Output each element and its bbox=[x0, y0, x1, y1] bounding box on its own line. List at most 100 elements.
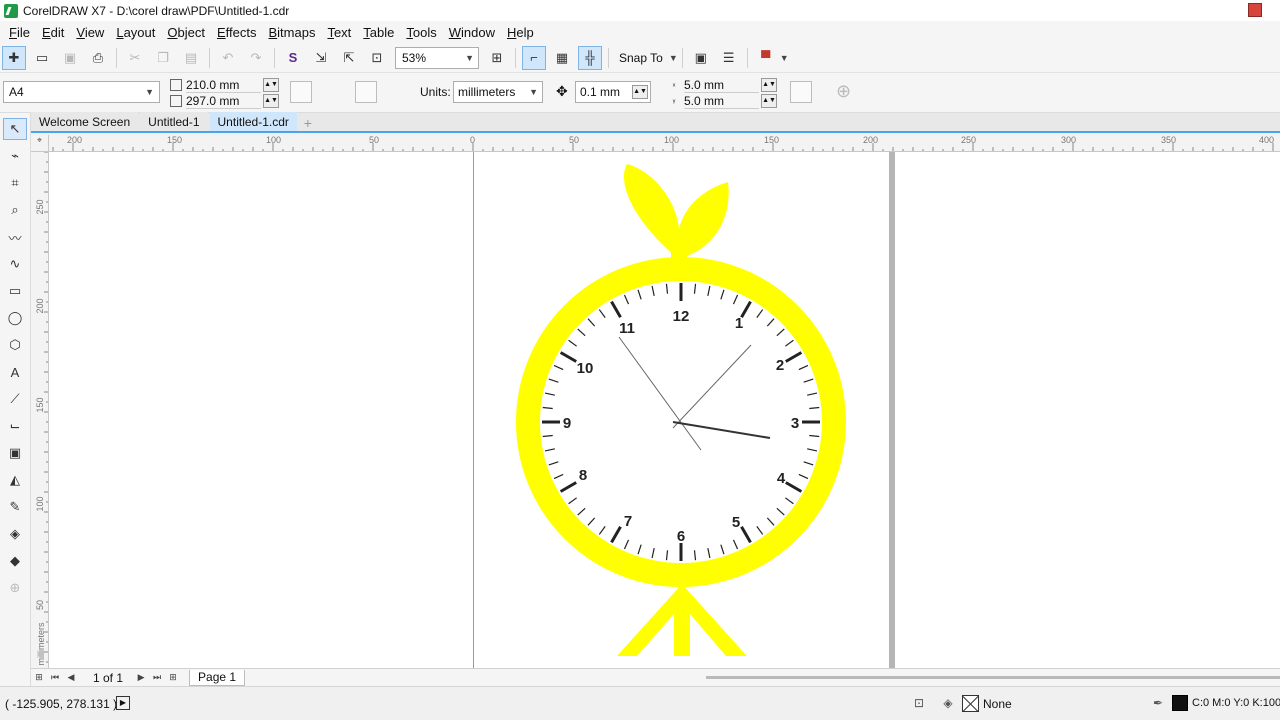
menu-file[interactable]: File bbox=[3, 25, 36, 40]
horizontal-scrollbar[interactable] bbox=[706, 676, 1280, 679]
menu-object[interactable]: Object bbox=[161, 25, 211, 40]
copy-icon[interactable]: ❐ bbox=[151, 46, 175, 70]
units-dropdown[interactable]: millimeters ▼ bbox=[453, 81, 543, 103]
outline-pen-icon[interactable]: ✒ bbox=[1150, 696, 1166, 712]
first-page-icon[interactable]: ⏮ bbox=[47, 670, 63, 686]
color-proof-icon[interactable]: ⊡ bbox=[911, 696, 927, 712]
tab-untitled-1-cdr[interactable]: Untitled-1.cdr bbox=[209, 112, 297, 131]
dup-y-spinner-icon[interactable]: ▲▼ bbox=[761, 94, 777, 108]
full-screen-preview-icon[interactable]: ⊞ bbox=[485, 46, 509, 70]
clock-leaf-left[interactable] bbox=[623, 164, 680, 258]
freehand-tool-icon[interactable]: 〰 bbox=[3, 226, 27, 248]
publish-pdf-icon[interactable]: ⊡ bbox=[365, 46, 389, 70]
last-page-icon[interactable]: ⏭ bbox=[149, 670, 165, 686]
tab-welcome-screen[interactable]: Welcome Screen bbox=[31, 112, 139, 131]
menu-layout[interactable]: Layout bbox=[110, 25, 161, 40]
zoom-level-dropdown[interactable]: 53% ▼ bbox=[395, 46, 479, 69]
menu-view[interactable]: View bbox=[70, 25, 110, 40]
nudge-spinner-icon[interactable]: ▲▼ bbox=[632, 85, 648, 99]
ellipse-tool-icon[interactable]: ◯ bbox=[3, 307, 27, 329]
rectangle-tool-icon[interactable]: ▭ bbox=[3, 280, 27, 302]
height-spinner-icon[interactable]: ▲▼ bbox=[263, 94, 279, 108]
user-account-icon[interactable] bbox=[1248, 3, 1262, 17]
parallel-dimension-icon[interactable]: ⟋ bbox=[3, 388, 27, 410]
undo-icon[interactable]: ↶ bbox=[216, 46, 240, 70]
menu-text[interactable]: Text bbox=[321, 25, 357, 40]
clock-stand-legs[interactable] bbox=[617, 584, 747, 656]
tab-untitled-1[interactable]: Untitled-1 bbox=[140, 112, 208, 131]
drawing-canvas[interactable]: 12 1 2 3 4 5 6 7 8 9 10 11 bbox=[49, 152, 1280, 668]
search-content-icon[interactable]: S bbox=[281, 46, 305, 70]
show-rulers-icon[interactable]: ⌐ bbox=[522, 45, 546, 70]
snap-to-dropdown[interactable]: Snap To bbox=[619, 51, 663, 65]
save-icon[interactable]: ▣ bbox=[58, 46, 82, 70]
menu-window[interactable]: Window bbox=[443, 25, 501, 40]
interactive-fill-icon[interactable]: ◈ bbox=[3, 523, 27, 545]
previous-page-icon[interactable]: ◀ bbox=[63, 670, 79, 686]
page-size-dropdown[interactable]: A4 ▼ bbox=[3, 81, 160, 103]
pick-tool-icon[interactable]: ↖ bbox=[3, 118, 27, 140]
horizontal-ruler[interactable]: 200 150 100 50 0 50 100 150 200 250 300 … bbox=[49, 135, 1280, 152]
fill-bucket-icon[interactable]: ◈ bbox=[940, 696, 956, 712]
page-height-field[interactable]: 297.0 mm ▲▼ bbox=[170, 93, 279, 109]
show-guidelines-icon[interactable]: ╬ bbox=[578, 45, 602, 70]
dup-x-spinner-icon[interactable]: ▲▼ bbox=[761, 78, 777, 92]
welcome-screen-icon[interactable]: ▣ bbox=[689, 46, 713, 70]
add-page-after-icon[interactable]: ⊞ bbox=[165, 670, 181, 686]
chevron-down-icon[interactable]: ▼ bbox=[780, 53, 789, 63]
crop-tool-icon[interactable]: ⌗ bbox=[3, 172, 27, 194]
all-pages-button[interactable] bbox=[355, 81, 377, 103]
duplicate-x-field[interactable]: ₓ 5.0 mm ▲▼ bbox=[668, 77, 777, 93]
landscape-button[interactable] bbox=[318, 81, 340, 103]
chevron-down-icon[interactable]: ▼ bbox=[669, 53, 678, 63]
menu-bitmaps[interactable]: Bitmaps bbox=[262, 25, 321, 40]
import-icon[interactable]: ⇲ bbox=[309, 46, 333, 70]
new-document-icon[interactable]: ✚ bbox=[2, 45, 26, 70]
paste-icon[interactable]: ▤ bbox=[179, 46, 203, 70]
print-icon[interactable]: ⎙ bbox=[86, 46, 110, 70]
application-launcher-icon[interactable]: ▀ bbox=[754, 46, 778, 70]
add-icon[interactable]: ⊕ bbox=[836, 81, 851, 102]
width-spinner-icon[interactable]: ▲▼ bbox=[263, 78, 279, 92]
polygon-tool-icon[interactable]: ⬡ bbox=[3, 334, 27, 356]
open-icon[interactable]: ▭ bbox=[30, 46, 54, 70]
duplicate-x-value[interactable]: 5.0 mm bbox=[684, 78, 759, 93]
outline-color-swatch[interactable] bbox=[1172, 695, 1188, 711]
menu-help[interactable]: Help bbox=[501, 25, 540, 40]
ruler-origin-icon[interactable]: ⌖ bbox=[31, 135, 49, 152]
zoom-tool-icon[interactable]: ⌕ bbox=[3, 199, 27, 221]
redo-icon[interactable]: ↷ bbox=[244, 46, 268, 70]
transparency-tool-icon[interactable]: ◭ bbox=[3, 469, 27, 491]
menu-table[interactable]: Table bbox=[357, 25, 400, 40]
add-tab-icon[interactable]: + bbox=[299, 114, 317, 131]
add-tool-icon[interactable]: ⊕ bbox=[3, 577, 27, 599]
artistic-media-icon[interactable]: ∿ bbox=[3, 253, 27, 275]
export-icon[interactable]: ⇱ bbox=[337, 46, 361, 70]
page-height-value[interactable]: 297.0 mm bbox=[186, 94, 261, 109]
menu-effects[interactable]: Effects bbox=[211, 25, 263, 40]
vertical-ruler[interactable]: 250 200 150 100 50 millimeters bbox=[31, 152, 49, 668]
page-tab-1[interactable]: Page 1 bbox=[189, 669, 246, 686]
duplicate-y-value[interactable]: 5.0 mm bbox=[684, 94, 759, 109]
menu-tools[interactable]: Tools bbox=[400, 25, 442, 40]
text-tool-icon[interactable]: A bbox=[3, 361, 27, 383]
show-grid-icon[interactable]: ▦ bbox=[550, 46, 574, 70]
play-icon[interactable]: ▶ bbox=[116, 696, 130, 710]
add-page-before-icon[interactable]: ⊞ bbox=[31, 670, 47, 686]
page-width-value[interactable]: 210.0 mm bbox=[186, 78, 261, 93]
color-eyedropper-icon[interactable]: ✎ bbox=[3, 496, 27, 518]
connector-tool-icon[interactable]: ⌙ bbox=[3, 415, 27, 437]
duplicate-y-field[interactable]: ᵧ 5.0 mm ▲▼ bbox=[668, 93, 777, 109]
drop-shadow-icon[interactable]: ▣ bbox=[3, 442, 27, 464]
treat-as-filled-button[interactable] bbox=[790, 81, 812, 103]
fill-none-swatch[interactable] bbox=[962, 695, 979, 712]
portrait-button[interactable] bbox=[290, 81, 312, 103]
page-width-field[interactable]: 210.0 mm ▲▼ bbox=[170, 77, 279, 93]
shape-tool-icon[interactable]: ⌁ bbox=[3, 145, 27, 167]
smart-fill-icon[interactable]: ◆ bbox=[3, 550, 27, 572]
options-icon[interactable]: ☰ bbox=[717, 46, 741, 70]
clock-drawing[interactable]: 12 1 2 3 4 5 6 7 8 9 10 11 bbox=[49, 152, 1280, 668]
cut-icon[interactable]: ✂ bbox=[123, 46, 147, 70]
current-page-button[interactable] bbox=[383, 81, 405, 103]
nudge-distance-field[interactable]: 0.1 mm ▲▼ bbox=[575, 81, 651, 103]
